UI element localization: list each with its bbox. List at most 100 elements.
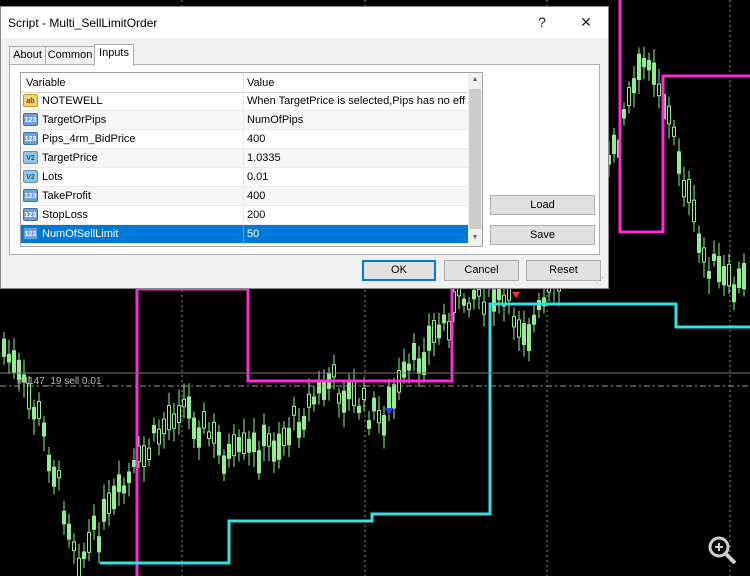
row-name: Pips_4rm_BidPrice bbox=[42, 133, 136, 145]
input-row-stoploss[interactable]: 123 StopLoss 200 bbox=[21, 206, 468, 225]
candle-body bbox=[677, 151, 681, 174]
row-value[interactable]: 1.0335 bbox=[247, 152, 465, 164]
close-button[interactable]: ✕ bbox=[576, 12, 596, 32]
candle-body bbox=[307, 393, 311, 408]
candle-body bbox=[667, 105, 671, 125]
row-value[interactable]: NumOfPips bbox=[247, 114, 465, 126]
candle-body bbox=[102, 498, 106, 522]
candle-body bbox=[217, 431, 221, 456]
candle-body bbox=[212, 421, 216, 444]
candle-body bbox=[702, 247, 706, 263]
header-value[interactable]: Value bbox=[247, 77, 274, 89]
reset-button[interactable]: Reset bbox=[526, 260, 601, 281]
candle-body bbox=[627, 87, 631, 106]
candle-body bbox=[222, 455, 226, 474]
input-row-lots[interactable]: V2 Lots 0.01 bbox=[21, 168, 468, 187]
input-row-notewell[interactable]: ab NOTEWELL When TargetPrice is selected… bbox=[21, 92, 468, 111]
row-value[interactable]: 50 bbox=[247, 228, 465, 240]
input-row-takeprofit[interactable]: 123 TakeProfit 400 bbox=[21, 187, 468, 206]
candle-body bbox=[72, 541, 76, 552]
row-value[interactable]: 400 bbox=[247, 190, 465, 202]
candle-body bbox=[442, 314, 446, 324]
double-type-icon: V2 bbox=[23, 151, 38, 164]
candle-body bbox=[392, 384, 396, 409]
candle-body bbox=[472, 289, 476, 300]
row-value[interactable]: 0.01 bbox=[247, 171, 465, 183]
candle-body bbox=[62, 510, 66, 525]
candle-body bbox=[152, 424, 156, 434]
candle-body bbox=[387, 386, 391, 410]
tab-inputs[interactable]: Inputs bbox=[94, 44, 134, 66]
help-button[interactable]: ? bbox=[532, 12, 552, 32]
candle-body bbox=[97, 536, 101, 553]
candle-body bbox=[357, 405, 361, 414]
candle-body bbox=[657, 83, 661, 97]
candle-body bbox=[477, 289, 481, 297]
candle-body bbox=[37, 401, 41, 419]
candle-body bbox=[407, 363, 411, 371]
zoom-icon[interactable] bbox=[704, 532, 740, 568]
input-row-targetprice[interactable]: V2 TargetPrice 1.0335 bbox=[21, 149, 468, 168]
candle-body bbox=[12, 350, 16, 373]
dialog-title: Script - Multi_SellLimitOrder bbox=[8, 16, 158, 30]
cancel-button[interactable]: Cancel bbox=[444, 260, 519, 281]
candle-body bbox=[512, 316, 516, 328]
integer-type-icon: 123 bbox=[23, 227, 38, 240]
candle-body bbox=[507, 287, 511, 301]
tab-common[interactable]: Common bbox=[45, 46, 95, 64]
candle-body bbox=[652, 62, 656, 85]
candle-body bbox=[352, 380, 356, 407]
candle-body bbox=[632, 78, 636, 94]
candle-body bbox=[27, 383, 31, 410]
candle-body bbox=[682, 180, 686, 198]
scroll-down-icon[interactable]: ▼ bbox=[468, 231, 482, 245]
input-row-targetorpips[interactable]: 123 TargetOrPips NumOfPips bbox=[21, 111, 468, 130]
input-row-numofselllimit[interactable]: 123 NumOfSellLimit 50 bbox=[21, 225, 468, 244]
candle-body bbox=[372, 397, 376, 412]
candle-body bbox=[277, 433, 281, 460]
candle-body bbox=[302, 415, 306, 430]
candle-body bbox=[522, 323, 526, 346]
input-row-pips-4rm-bidprice[interactable]: 123 Pips_4rm_BidPrice 400 bbox=[21, 130, 468, 149]
candle-body bbox=[287, 427, 291, 446]
candle-body bbox=[2, 338, 6, 357]
save-button[interactable]: Save bbox=[490, 225, 595, 245]
candle-body bbox=[147, 447, 151, 460]
row-name: TargetOrPips bbox=[42, 114, 107, 126]
candle-body bbox=[317, 381, 321, 394]
candle-body bbox=[32, 406, 36, 420]
candle-body bbox=[332, 364, 336, 378]
candle-body bbox=[642, 57, 646, 68]
candle-body bbox=[237, 436, 241, 453]
candle-body bbox=[92, 515, 96, 530]
candle-body bbox=[117, 474, 121, 493]
candle-body bbox=[417, 358, 421, 374]
candle-body bbox=[292, 405, 296, 416]
ok-button[interactable]: OK bbox=[362, 260, 436, 281]
load-button[interactable]: Load bbox=[490, 195, 595, 215]
candle-body bbox=[7, 353, 11, 363]
order-label: #4147_19 sell 0.01 bbox=[17, 376, 102, 387]
resize-grip-icon[interactable]: ⋰ bbox=[596, 276, 606, 286]
candle-body bbox=[202, 411, 206, 429]
title-bar: Script - Multi_SellLimitOrder ? ✕ bbox=[1, 7, 608, 38]
grid-scrollbar[interactable]: ▲ ▼ bbox=[468, 73, 482, 246]
inputs-panel: Variable Value ab NOTEWELL When TargetPr… bbox=[9, 64, 600, 255]
row-name: Lots bbox=[42, 171, 63, 183]
scroll-up-icon[interactable]: ▲ bbox=[468, 73, 482, 87]
candle-body bbox=[467, 302, 471, 310]
scroll-thumb[interactable] bbox=[469, 89, 481, 229]
candle-body bbox=[197, 427, 201, 448]
row-value[interactable]: When TargetPrice is selected,Pips has no… bbox=[247, 95, 465, 107]
candle-body bbox=[262, 424, 266, 447]
candle-body bbox=[272, 440, 276, 462]
candle-body bbox=[647, 59, 651, 71]
candle-body bbox=[187, 396, 191, 419]
tab-about[interactable]: About bbox=[9, 46, 46, 64]
row-value[interactable]: 400 bbox=[247, 133, 465, 145]
string-type-icon: ab bbox=[23, 94, 38, 107]
candle-body bbox=[707, 271, 711, 279]
header-variable[interactable]: Variable bbox=[26, 77, 66, 89]
candle-body bbox=[142, 445, 146, 468]
row-value[interactable]: 200 bbox=[247, 209, 465, 221]
